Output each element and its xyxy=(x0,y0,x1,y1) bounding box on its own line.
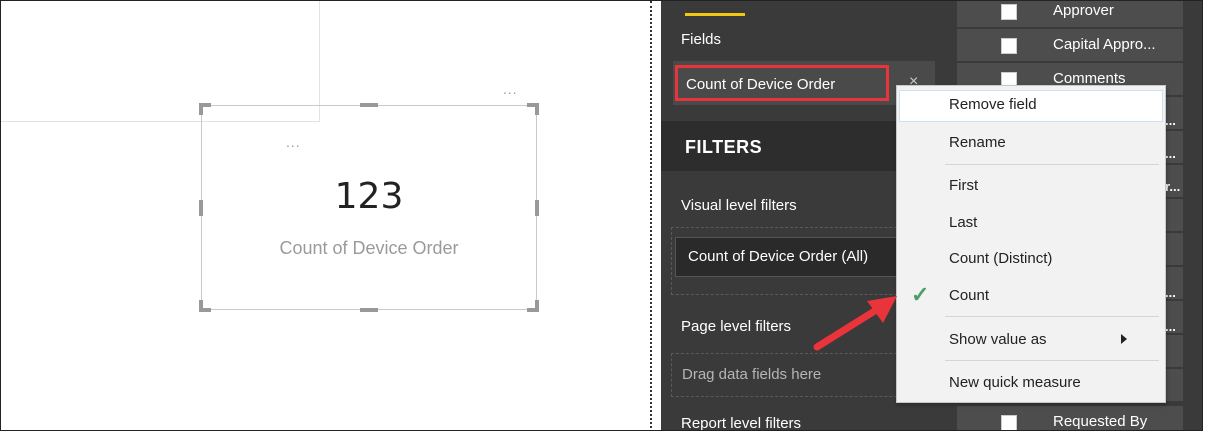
resize-handle[interactable] xyxy=(535,200,539,216)
resize-handle[interactable] xyxy=(199,300,203,312)
field-label: Approver xyxy=(1053,2,1114,19)
menu-divider xyxy=(945,360,1159,361)
fields-section-title: Fields xyxy=(681,31,722,48)
report-level-filters-title: Report level filters xyxy=(681,415,802,431)
resize-handle[interactable] xyxy=(535,300,539,312)
drop-placeholder: Drag data fields here xyxy=(682,366,822,383)
card-value: 123 xyxy=(334,176,404,217)
checkbox-icon[interactable] xyxy=(1001,4,1017,20)
background-visual-border xyxy=(319,1,320,122)
screenshot-frame: ... ... 123 Count of Device Order Fields xyxy=(0,0,1203,431)
list-item[interactable]: Capital Appro... xyxy=(957,29,1183,61)
visual-filter-label: Count of Device Order (All) xyxy=(688,248,869,265)
resize-handle[interactable] xyxy=(199,200,203,216)
resize-handle[interactable] xyxy=(535,103,539,115)
field-label: Requested By xyxy=(1053,413,1148,430)
checkmark-icon: ✓ xyxy=(911,282,930,307)
visual-level-filters-title: Visual level filters xyxy=(681,197,797,214)
more-options-icon[interactable]: ... xyxy=(286,134,301,150)
list-item[interactable]: Approver xyxy=(957,1,1183,27)
menu-item-new-quick-measure[interactable]: New quick measure xyxy=(949,374,1081,391)
field-label: Capital Appro... xyxy=(1053,36,1156,53)
active-tab-indicator xyxy=(685,13,745,16)
report-canvas[interactable]: ... ... 123 Count of Device Order xyxy=(1,1,651,430)
truncated-label-mark: ... xyxy=(1165,113,1176,128)
truncated-label-mark: ... xyxy=(1165,319,1176,334)
cropped-image-divider xyxy=(650,1,652,430)
resize-handle[interactable] xyxy=(199,103,203,115)
list-item[interactable]: Requested By xyxy=(957,406,1183,430)
field-pill-count-of-device-order[interactable]: Count of Device Order xyxy=(675,65,889,101)
page-level-filters-title: Page level filters xyxy=(681,318,792,335)
resize-handle[interactable] xyxy=(360,103,378,107)
card-visual[interactable]: ... 123 Count of Device Order xyxy=(199,103,539,312)
menu-item-show-value-as[interactable]: Show value as xyxy=(949,331,1047,348)
more-options-icon[interactable]: ... xyxy=(503,81,518,97)
field-pill-label: Count of Device Order xyxy=(686,76,836,93)
field-context-menu: Remove field Rename First Last Count (Di… xyxy=(896,85,1166,403)
menu-item-count-distinct[interactable]: Count (Distinct) xyxy=(949,250,1052,267)
checkbox-icon[interactable] xyxy=(1001,38,1017,54)
checkbox-icon[interactable] xyxy=(1001,415,1017,430)
truncated-label-mark: ... xyxy=(1165,146,1176,161)
filters-title: FILTERS xyxy=(685,137,763,157)
menu-item-rename[interactable]: Rename xyxy=(949,134,1006,151)
submenu-arrow-icon xyxy=(1121,334,1127,344)
visual-filter-card[interactable]: Count of Device Order (All) xyxy=(675,237,933,277)
menu-divider xyxy=(945,164,1159,165)
menu-item-first[interactable]: First xyxy=(949,177,978,194)
card-label: Count of Device Order xyxy=(279,238,459,258)
menu-item-last[interactable]: Last xyxy=(949,214,977,231)
truncated-label-mark: r... xyxy=(1165,179,1181,194)
menu-item-count[interactable]: Count xyxy=(949,287,989,304)
menu-item-remove-field[interactable]: Remove field xyxy=(949,96,1037,113)
truncated-label-mark: ... xyxy=(1165,285,1176,300)
resize-handle[interactable] xyxy=(360,308,378,312)
menu-divider xyxy=(945,316,1159,317)
